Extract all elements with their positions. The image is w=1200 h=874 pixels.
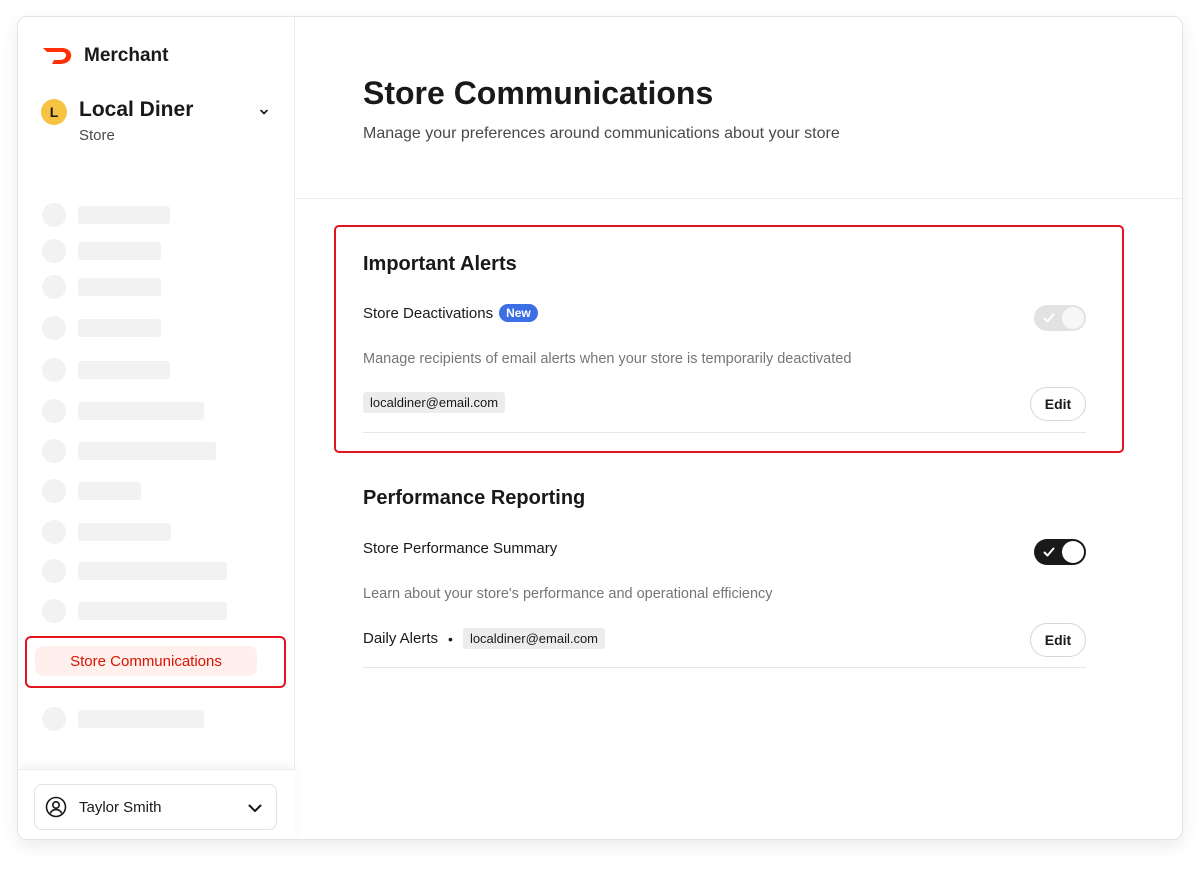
- toggle-knob: [1062, 541, 1084, 563]
- chevron-down-icon: [260, 109, 268, 115]
- nav-icon-placeholder: [42, 520, 66, 544]
- section-title: Important Alerts: [363, 253, 517, 275]
- frequency-label: Daily Alerts: [363, 630, 439, 647]
- setting-title: Store Deactivations New: [363, 304, 538, 322]
- setting-label: Store Deactivations: [363, 304, 494, 322]
- section-title: Performance Reporting: [363, 487, 586, 509]
- email-chip: localdiner@email.com: [462, 628, 606, 649]
- nav-icon-placeholder: [42, 358, 66, 382]
- setting-description: Learn about your store's performance and…: [363, 586, 773, 602]
- nav-icon-placeholder: [42, 239, 66, 263]
- nav-label-placeholder: [78, 242, 161, 260]
- nav-label-placeholder: [78, 710, 204, 728]
- nav-item-placeholder: [42, 520, 262, 544]
- nav-label-placeholder: [78, 319, 161, 337]
- user-menu-button[interactable]: Taylor Smith: [34, 784, 277, 830]
- page-header: Store Communications Manage your prefere…: [295, 17, 1182, 199]
- nav-icon-placeholder: [42, 399, 66, 423]
- main-content: Store Communications Manage your prefere…: [295, 17, 1182, 839]
- recipient-row: Daily Alerts • localdiner@email.com: [363, 628, 606, 649]
- check-icon: [1043, 547, 1055, 557]
- toggle-knob: [1062, 307, 1084, 329]
- brand[interactable]: Merchant: [42, 45, 168, 67]
- nav-label-placeholder: [78, 442, 216, 460]
- edit-button[interactable]: Edit: [1030, 387, 1086, 421]
- important-alerts-section: Important Alerts Store Deactivations New…: [363, 253, 1086, 433]
- nav-icon-placeholder: [42, 203, 66, 227]
- nav-label-placeholder: [78, 278, 161, 296]
- divider: [363, 432, 1086, 433]
- page-title: Store Communications: [363, 75, 714, 111]
- email-chip: localdiner@email.com: [363, 392, 506, 413]
- app-window: Merchant L Local Diner Store Store Commu…: [17, 16, 1183, 840]
- page-subtitle: Manage your preferences around communica…: [363, 125, 840, 142]
- nav-label-placeholder: [78, 482, 141, 500]
- setting-label: Store Performance Summary: [363, 540, 558, 557]
- nav-icon-placeholder: [42, 707, 66, 731]
- nav-item-placeholder: [42, 559, 262, 583]
- store-name: Local Diner: [79, 98, 194, 121]
- store-avatar: L: [41, 99, 67, 125]
- nav-icon-placeholder: [42, 275, 66, 299]
- highlight-outline: Store Communications: [25, 636, 286, 688]
- store-switcher[interactable]: L Local Diner Store: [41, 97, 271, 147]
- nav-item-placeholder: [42, 358, 262, 382]
- nav-label-placeholder: [78, 402, 204, 420]
- nav-icon-placeholder: [42, 479, 66, 503]
- divider: [363, 667, 1086, 668]
- nav-icon-placeholder: [42, 439, 66, 463]
- nav-item-placeholder: [42, 316, 262, 340]
- nav-label-placeholder: [78, 206, 170, 224]
- user-avatar-icon: [45, 796, 67, 818]
- setting-description: Manage recipients of email alerts when y…: [363, 351, 852, 367]
- user-name: Taylor Smith: [79, 799, 162, 816]
- store-type: Store: [79, 127, 115, 144]
- check-icon: [1043, 313, 1055, 323]
- doordash-logo-icon: [43, 48, 72, 64]
- store-performance-summary-toggle[interactable]: [1034, 539, 1086, 565]
- nav-icon-placeholder: [42, 599, 66, 623]
- nav-label-placeholder: [78, 602, 227, 620]
- performance-reporting-section: Performance Reporting Store Performance …: [363, 487, 1086, 668]
- sidebar-item-store-communications[interactable]: Store Communications: [35, 646, 257, 676]
- nav-item-placeholder: [42, 239, 262, 263]
- nav-label-placeholder: [78, 523, 171, 541]
- nav-item-placeholder: [42, 479, 262, 503]
- new-badge: New: [499, 304, 538, 322]
- chevron-down-icon: [248, 804, 262, 812]
- nav-item-placeholder: [42, 439, 262, 463]
- recipient-row: localdiner@email.com: [363, 392, 506, 413]
- nav-item-placeholder: [42, 275, 262, 299]
- nav-item-placeholder: [42, 599, 262, 623]
- nav-label-placeholder: [78, 361, 170, 379]
- nav-label-placeholder: [78, 562, 227, 580]
- nav-item-placeholder: [42, 203, 262, 227]
- nav-item-placeholder: [42, 707, 262, 731]
- setting-title: Store Performance Summary: [363, 540, 557, 557]
- nav-item-placeholder: [42, 399, 262, 423]
- brand-name: Merchant: [84, 45, 169, 66]
- store-deactivations-toggle[interactable]: [1034, 305, 1086, 331]
- edit-button[interactable]: Edit: [1030, 623, 1086, 657]
- sidebar-footer: Taylor Smith: [18, 769, 295, 839]
- sidebar: Merchant L Local Diner Store Store Commu…: [18, 17, 295, 839]
- nav-icon-placeholder: [42, 316, 66, 340]
- nav-icon-placeholder: [42, 559, 66, 583]
- separator-dot: •: [448, 630, 453, 647]
